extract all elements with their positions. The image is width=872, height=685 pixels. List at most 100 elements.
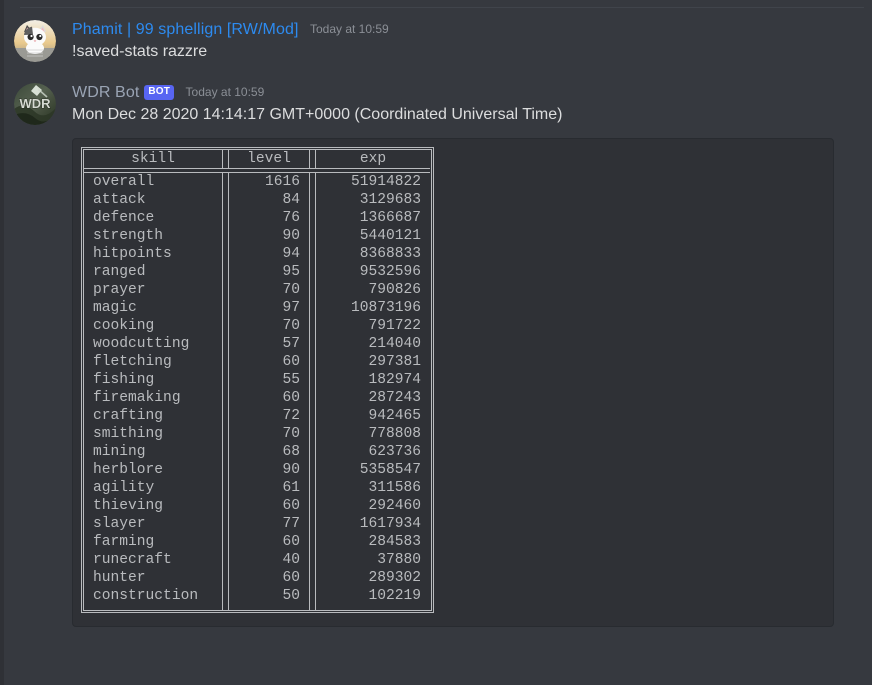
column-separator <box>309 515 316 533</box>
table-row: runecraft 40 37880 <box>84 551 430 569</box>
table-row: overall 1616 51914822 <box>84 173 430 191</box>
column-separator <box>222 353 229 371</box>
column-separator <box>309 150 316 168</box>
column-separator <box>309 407 316 425</box>
column-separator <box>309 497 316 515</box>
column-separator <box>309 533 316 551</box>
message-author[interactable]: Phamit | 99 sphellign [RW/Mod] <box>72 21 299 38</box>
cell-exp: 1617934 <box>316 515 430 533</box>
cell-level: 60 <box>229 389 309 407</box>
cat-avatar[interactable] <box>14 20 56 62</box>
table-row: magic 97 10873196 <box>84 299 430 317</box>
cell-level: 55 <box>229 371 309 389</box>
cell-exp: 287243 <box>316 389 430 407</box>
cell-skill: fishing <box>84 371 222 389</box>
cell-exp: 102219 <box>316 587 430 610</box>
svg-text:WDR: WDR <box>19 96 51 111</box>
cell-skill: cooking <box>84 317 222 335</box>
table-row: farming 60 284583 <box>84 533 430 551</box>
cell-skill: strength <box>84 227 222 245</box>
column-separator <box>309 587 316 610</box>
cell-skill: slayer <box>84 515 222 533</box>
cell-level: 60 <box>229 533 309 551</box>
cell-level: 76 <box>229 209 309 227</box>
column-separator <box>222 150 229 168</box>
column-separator <box>222 497 229 515</box>
cell-level: 57 <box>229 335 309 353</box>
column-separator <box>309 173 316 191</box>
column-separator <box>222 443 229 461</box>
column-separator <box>222 335 229 353</box>
cell-skill: ranged <box>84 263 222 281</box>
cell-level: 60 <box>229 353 309 371</box>
cell-skill: agility <box>84 479 222 497</box>
table-row: strength 90 5440121 <box>84 227 430 245</box>
cell-level: 94 <box>229 245 309 263</box>
cell-level: 97 <box>229 299 309 317</box>
table-row: fishing 55 182974 <box>84 371 430 389</box>
cell-skill: smithing <box>84 425 222 443</box>
cell-exp: 214040 <box>316 335 430 353</box>
bot-badge: BOT <box>144 85 175 100</box>
cell-level: 84 <box>229 191 309 209</box>
message-timestamp: Today at 10:59 <box>309 22 389 36</box>
cell-skill: construction <box>84 587 222 610</box>
table-row: hitpoints 94 8368833 <box>84 245 430 263</box>
cell-skill: defence <box>84 209 222 227</box>
cell-skill: attack <box>84 191 222 209</box>
cell-exp: 182974 <box>316 371 430 389</box>
column-separator <box>309 227 316 245</box>
table-row: mining 68 623736 <box>84 443 430 461</box>
message-content: Mon Dec 28 2020 14:14:17 GMT+0000 (Coord… <box>72 106 563 123</box>
table-row: crafting 72 942465 <box>84 407 430 425</box>
column-separator <box>309 263 316 281</box>
message-list[interactable]: Phamit | 99 sphellign [RW/Mod] Today at … <box>0 0 872 685</box>
column-separator <box>309 551 316 569</box>
table-row: smithing 70 778808 <box>84 425 430 443</box>
column-separator <box>222 299 229 317</box>
column-separator <box>309 191 316 209</box>
column-separator <box>222 425 229 443</box>
column-separator <box>309 245 316 263</box>
wdr-bot-avatar[interactable]: WDR <box>14 83 56 125</box>
column-separator <box>309 425 316 443</box>
column-separator <box>309 461 316 479</box>
column-separator <box>222 461 229 479</box>
cell-skill: crafting <box>84 407 222 425</box>
cell-skill: firemaking <box>84 389 222 407</box>
table-row: herblore 90 5358547 <box>84 461 430 479</box>
column-separator <box>222 569 229 587</box>
column-separator <box>309 353 316 371</box>
cell-exp: 778808 <box>316 425 430 443</box>
table-row: slayer 77 1617934 <box>84 515 430 533</box>
cell-skill: hunter <box>84 569 222 587</box>
cell-exp: 51914822 <box>316 173 430 191</box>
cell-exp: 10873196 <box>316 299 430 317</box>
column-separator <box>309 389 316 407</box>
cell-exp: 5440121 <box>316 227 430 245</box>
cell-skill: magic <box>84 299 222 317</box>
table-row: fletching 60 297381 <box>84 353 430 371</box>
column-separator <box>222 317 229 335</box>
message-timestamp: Today at 10:59 <box>185 85 265 99</box>
column-separator <box>222 263 229 281</box>
table-row: prayer 70 790826 <box>84 281 430 299</box>
cell-skill: farming <box>84 533 222 551</box>
cell-skill: mining <box>84 443 222 461</box>
cell-exp: 37880 <box>316 551 430 569</box>
cell-skill: fletching <box>84 353 222 371</box>
stats-table-head: skill level exp <box>84 150 430 168</box>
message-author[interactable]: WDR Bot <box>72 84 139 101</box>
cell-exp: 790826 <box>316 281 430 299</box>
column-separator <box>222 389 229 407</box>
cell-level: 90 <box>229 461 309 479</box>
cell-exp: 284583 <box>316 533 430 551</box>
column-header-level: level <box>229 150 309 168</box>
message-header: Phamit | 99 sphellign [RW/Mod] Today at … <box>72 18 864 41</box>
message-user[interactable]: Phamit | 99 sphellign [RW/Mod] Today at … <box>0 18 872 63</box>
message-bot[interactable]: WDR WDR Bot BOT Today at 10:59 Mon Dec 28… <box>0 81 872 627</box>
cell-skill: hitpoints <box>84 245 222 263</box>
column-header-exp: exp <box>316 150 430 168</box>
table-row: firemaking 60 287243 <box>84 389 430 407</box>
column-separator <box>309 317 316 335</box>
